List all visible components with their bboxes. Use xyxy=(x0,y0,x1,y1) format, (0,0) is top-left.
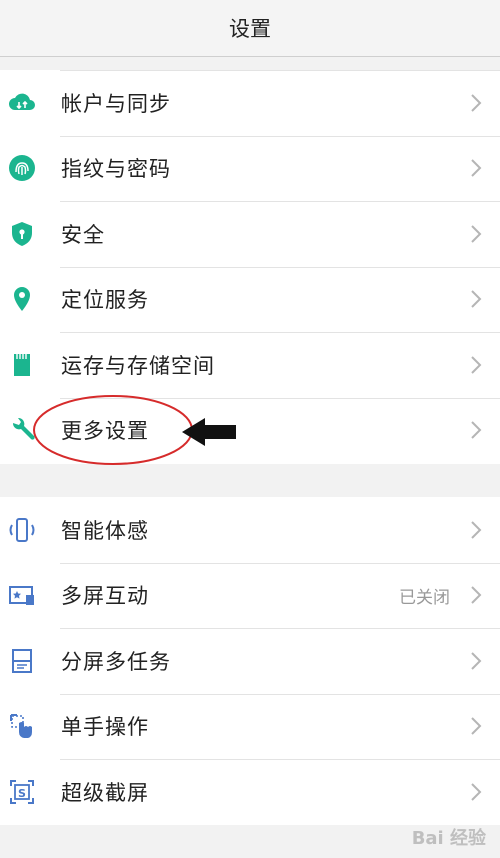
settings-item-label: 超级截屏 xyxy=(61,780,149,805)
page-title: 设置 xyxy=(229,17,271,41)
svg-text:S: S xyxy=(18,787,26,800)
settings-item-one-hand[interactable]: 单手操作 xyxy=(0,693,500,760)
chevron-right-icon xyxy=(471,94,482,112)
chevron-right-icon xyxy=(471,159,482,177)
chevron-right-icon xyxy=(471,717,482,735)
location-pin-icon xyxy=(6,283,38,315)
settings-item-label: 帐户与同步 xyxy=(61,91,171,116)
chevron-right-icon xyxy=(471,290,482,308)
chevron-right-icon xyxy=(471,421,482,439)
watermark: Bai 经验 xyxy=(411,828,486,849)
settings-item-location[interactable]: 定位服务 xyxy=(0,266,500,333)
chevron-right-icon xyxy=(471,356,482,374)
shield-icon xyxy=(6,218,38,250)
chevron-right-icon xyxy=(471,521,482,539)
settings-item-super-screenshot[interactable]: S 超级截屏 xyxy=(0,759,500,825)
chevron-right-icon xyxy=(471,652,482,670)
settings-item-account-sync[interactable]: 帐户与同步 xyxy=(0,70,500,136)
settings-item-label: 智能体感 xyxy=(61,518,149,543)
chevron-right-icon xyxy=(471,225,482,243)
settings-item-label: 运存与存储空间 xyxy=(61,353,215,378)
settings-item-security[interactable]: 安全 xyxy=(0,201,500,267)
app-header: 设置 xyxy=(0,0,500,57)
settings-item-label: 单手操作 xyxy=(61,715,149,740)
settings-item-label: 更多设置 xyxy=(61,419,149,444)
fingerprint-icon xyxy=(6,152,38,184)
split-screen-icon xyxy=(6,645,38,677)
settings-item-label: 多屏互动 xyxy=(61,584,149,609)
settings-item-smart-motion[interactable]: 智能体感 xyxy=(0,497,500,563)
sd-card-icon xyxy=(6,349,38,381)
phone-motion-icon xyxy=(6,514,38,546)
screenshot-icon: S xyxy=(6,776,38,808)
cast-screen-icon xyxy=(6,579,38,611)
settings-item-label: 分屏多任务 xyxy=(61,649,171,674)
settings-item-label: 指纹与密码 xyxy=(61,157,171,182)
settings-item-memory-storage[interactable]: 运存与存储空间 xyxy=(0,332,500,398)
chevron-right-icon xyxy=(471,586,482,604)
one-hand-icon xyxy=(6,710,38,742)
settings-item-label: 安全 xyxy=(61,222,105,247)
status-text: 已关闭 xyxy=(399,587,450,608)
settings-item-fingerprint-password[interactable]: 指纹与密码 xyxy=(0,135,500,202)
settings-item-multi-screen[interactable]: 多屏互动 已关闭 xyxy=(0,562,500,629)
settings-group-1: 帐户与同步 指纹与密码 安全 定位服务 运存与存储空间 更多设置 xyxy=(0,70,500,464)
cloud-sync-icon xyxy=(6,87,38,119)
settings-group-2: 智能体感 多屏互动 已关闭 分屏多任务 单手操作 S 超级截屏 xyxy=(0,497,500,825)
chevron-right-icon xyxy=(471,783,482,801)
settings-item-label: 定位服务 xyxy=(61,288,149,313)
wrench-icon xyxy=(6,414,38,446)
settings-item-more-settings[interactable]: 更多设置 xyxy=(0,397,500,464)
settings-item-split-screen[interactable]: 分屏多任务 xyxy=(0,628,500,694)
